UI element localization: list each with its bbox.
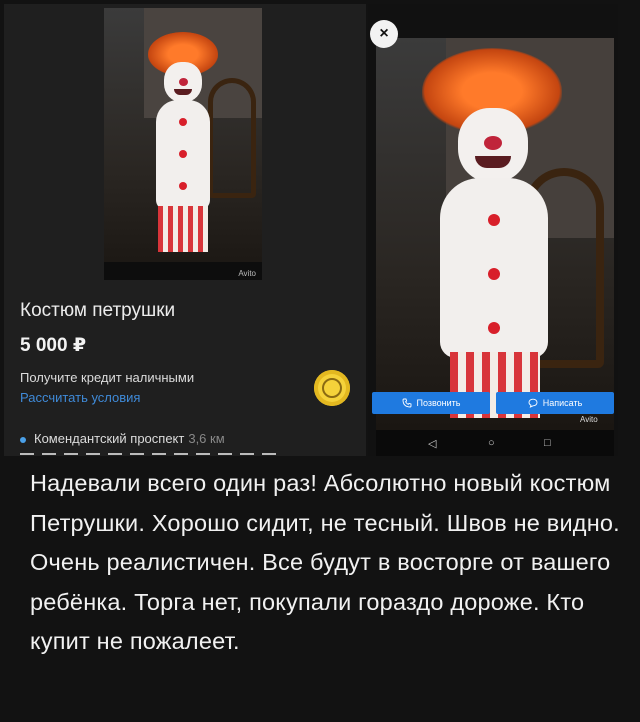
message-button[interactable]: Написать [496, 392, 614, 414]
costume-button [488, 322, 500, 334]
close-icon: × [379, 25, 389, 42]
costume-mouth [475, 156, 511, 168]
listing-description: Надевали всего один раз! Абсолютно новый… [30, 470, 620, 654]
costume-button [179, 118, 187, 126]
nav-recent-icon[interactable]: □ [544, 437, 551, 449]
address-text: Комендантский проспект [34, 431, 185, 446]
listing-title: Костюм петрушки [20, 300, 176, 321]
credit-offer-text: Получите кредит наличными [20, 370, 195, 385]
address-distance: 3,6 км [188, 431, 225, 446]
costume-nose [484, 136, 502, 150]
costume-button [488, 214, 500, 226]
photo-footer: Avito [104, 262, 262, 280]
chat-bubble-icon [528, 398, 538, 408]
phone-icon [402, 398, 411, 408]
message-button-label: Написать [542, 398, 583, 408]
costume-nose [179, 78, 188, 86]
calculate-terms-link[interactable]: Рассчитать условия [20, 390, 140, 405]
android-nav-bar: ◁ ○ □ [376, 430, 614, 456]
costume-button [179, 150, 187, 158]
nav-back-icon[interactable]: ◁ [428, 437, 436, 450]
metro-dot-icon [20, 436, 26, 443]
bank-logo-icon[interactable] [314, 370, 350, 406]
costume-button [179, 182, 187, 190]
avito-watermark: Avito [580, 415, 598, 424]
costume-button [488, 268, 500, 280]
costume-mouth [174, 89, 192, 95]
listing-address: Комендантский проспект 3,6 км [20, 431, 225, 446]
bank-logo-emblem [322, 378, 342, 398]
costume-figure [416, 48, 576, 418]
nav-home-icon[interactable]: ○ [488, 437, 495, 449]
call-button[interactable]: Позвонить [372, 392, 490, 414]
close-viewer-button[interactable]: × [370, 20, 398, 48]
listing-price: 5 000 ₽ [20, 335, 87, 356]
truncated-text-glyphs [20, 453, 280, 455]
costume-mask [164, 62, 202, 102]
costume-mask [458, 108, 528, 182]
costume-striped-pants [158, 206, 208, 252]
listing-photo[interactable]: Avito [104, 8, 262, 280]
avito-watermark: Avito [238, 269, 256, 278]
costume-body [156, 100, 210, 210]
costume-figure [140, 26, 226, 256]
truncated-text-line [20, 450, 280, 456]
call-button-label: Позвонить [416, 398, 461, 408]
costume-body [440, 178, 548, 358]
photo-viewer-image[interactable] [376, 38, 614, 430]
